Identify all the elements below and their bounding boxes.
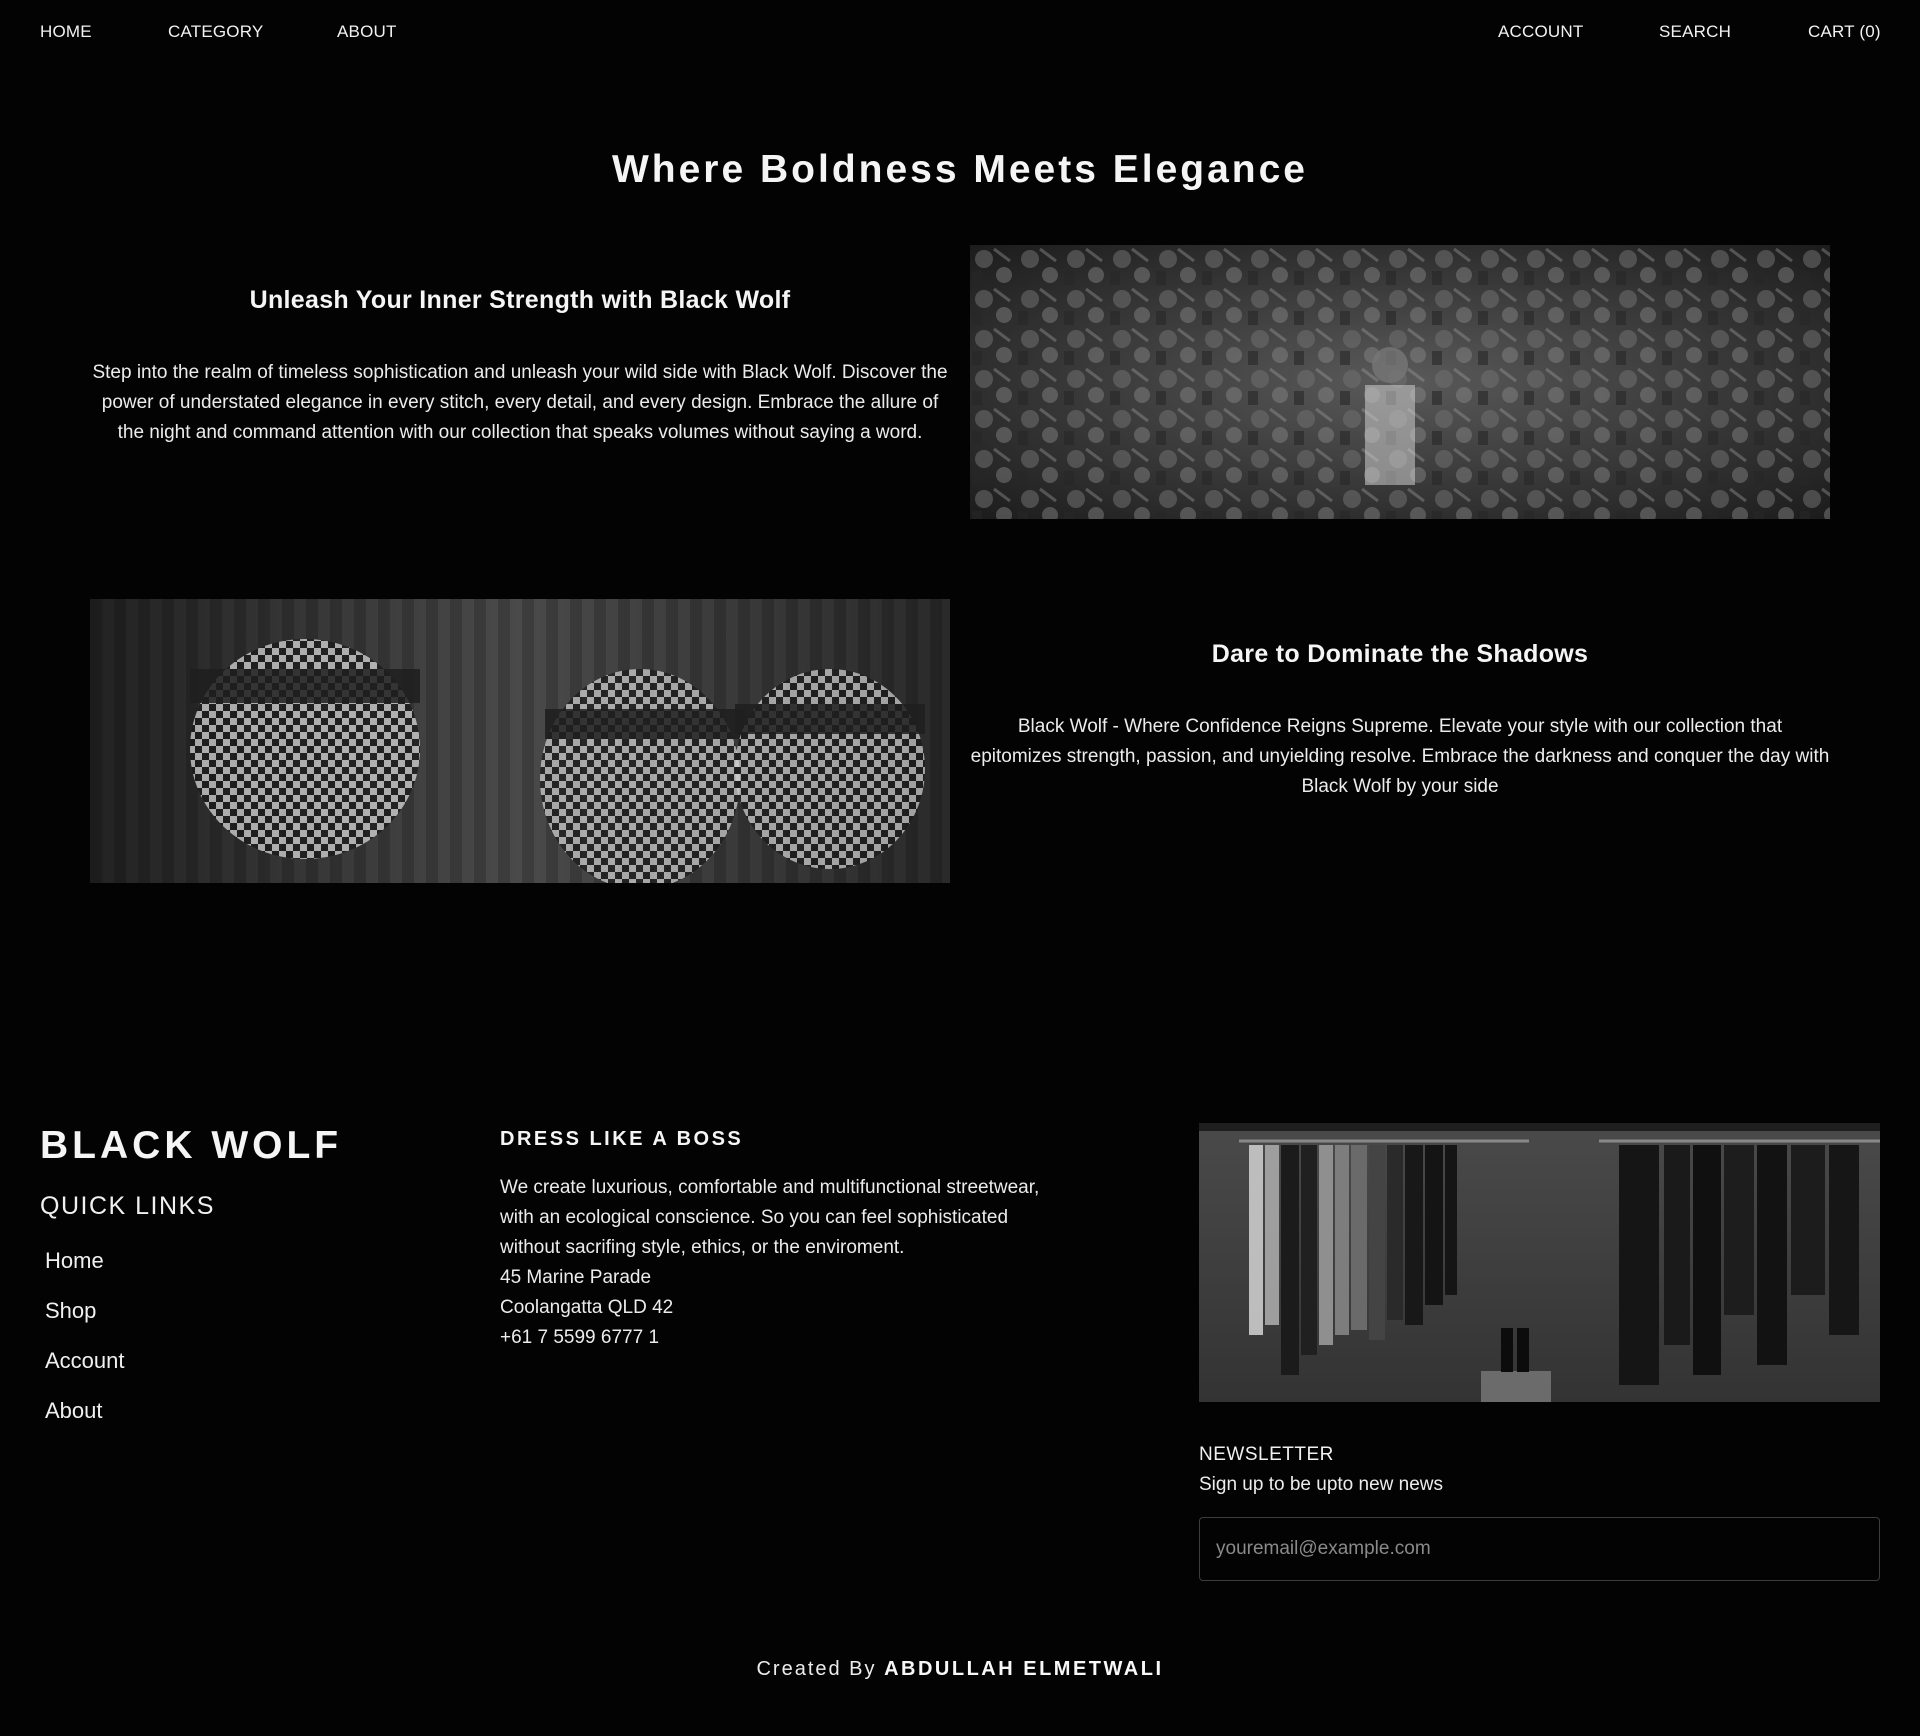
- address-line-2: Coolangatta QLD 42: [500, 1297, 674, 1318]
- quick-link-home[interactable]: Home: [45, 1246, 125, 1296]
- top-nav: HOME CATEGORY ABOUT ACCOUNT SEARCH CART …: [0, 0, 1920, 64]
- quick-links-title: QUICK LINKS: [40, 1192, 215, 1220]
- quick-link-shop[interactable]: Shop: [45, 1296, 125, 1346]
- nav-about-link[interactable]: ABOUT: [337, 22, 397, 42]
- address-line-1: 45 Marine Parade: [500, 1267, 652, 1288]
- nav-cart-link[interactable]: CART (0): [1808, 22, 1881, 42]
- keffiyeh-image: [90, 599, 950, 883]
- section-shadows: Dare to Dominate the Shadows Black Wolf …: [970, 640, 1830, 802]
- quick-link-about[interactable]: About: [45, 1396, 125, 1446]
- page-title: Where Boldness Meets Elegance: [611, 148, 1309, 191]
- section-strength: Unleash Your Inner Strength with Black W…: [90, 286, 950, 448]
- quick-link-account[interactable]: Account: [45, 1346, 125, 1396]
- nav-home-link[interactable]: HOME: [40, 22, 92, 42]
- newsletter-email-input[interactable]: [1199, 1517, 1880, 1581]
- section-body: Black Wolf - Where Confidence Reigns Sup…: [970, 716, 1830, 797]
- credit-author: ABDULLAH ELMETWALI: [884, 1658, 1164, 1680]
- keffiyeh-photo: [90, 599, 950, 883]
- footer-brand-logo: BLACK WOLF: [40, 1124, 343, 1167]
- footer-description: We create luxurious, comfortable and mul…: [500, 1177, 1040, 1258]
- credit-prefix: Created By: [756, 1658, 877, 1680]
- footer-about-text: We create luxurious, comfortable and mul…: [500, 1173, 1040, 1353]
- page: HOME CATEGORY ABOUT ACCOUNT SEARCH CART …: [0, 0, 1920, 1736]
- nav-account-link[interactable]: ACCOUNT: [1498, 22, 1583, 42]
- crowd-photo: [970, 245, 1830, 519]
- phone-number: +61 7 5599 6777 1: [500, 1327, 660, 1348]
- footer-tagline: DRESS LIKE A BOSS: [500, 1128, 744, 1150]
- quick-links-list: Home Shop Account About: [45, 1246, 125, 1446]
- section-heading: Dare to Dominate the Shadows: [1211, 640, 1589, 668]
- newsletter-title: NEWSLETTER: [1199, 1444, 1334, 1465]
- nav-category-link[interactable]: CATEGORY: [168, 22, 263, 42]
- nav-search-link[interactable]: SEARCH: [1659, 22, 1731, 42]
- section-body: Step into the realm of timeless sophisti…: [92, 362, 948, 443]
- clothing-rack-photo: [1199, 1123, 1880, 1402]
- crowd-image: [970, 245, 1830, 519]
- newsletter-subtitle: Sign up to be upto new news: [1199, 1474, 1444, 1495]
- section-heading: Unleash Your Inner Strength with Black W…: [249, 286, 791, 314]
- footer-credit: Created By ABDULLAH ELMETWALI: [0, 1658, 1920, 1681]
- clothing-rack-image: [1199, 1123, 1880, 1402]
